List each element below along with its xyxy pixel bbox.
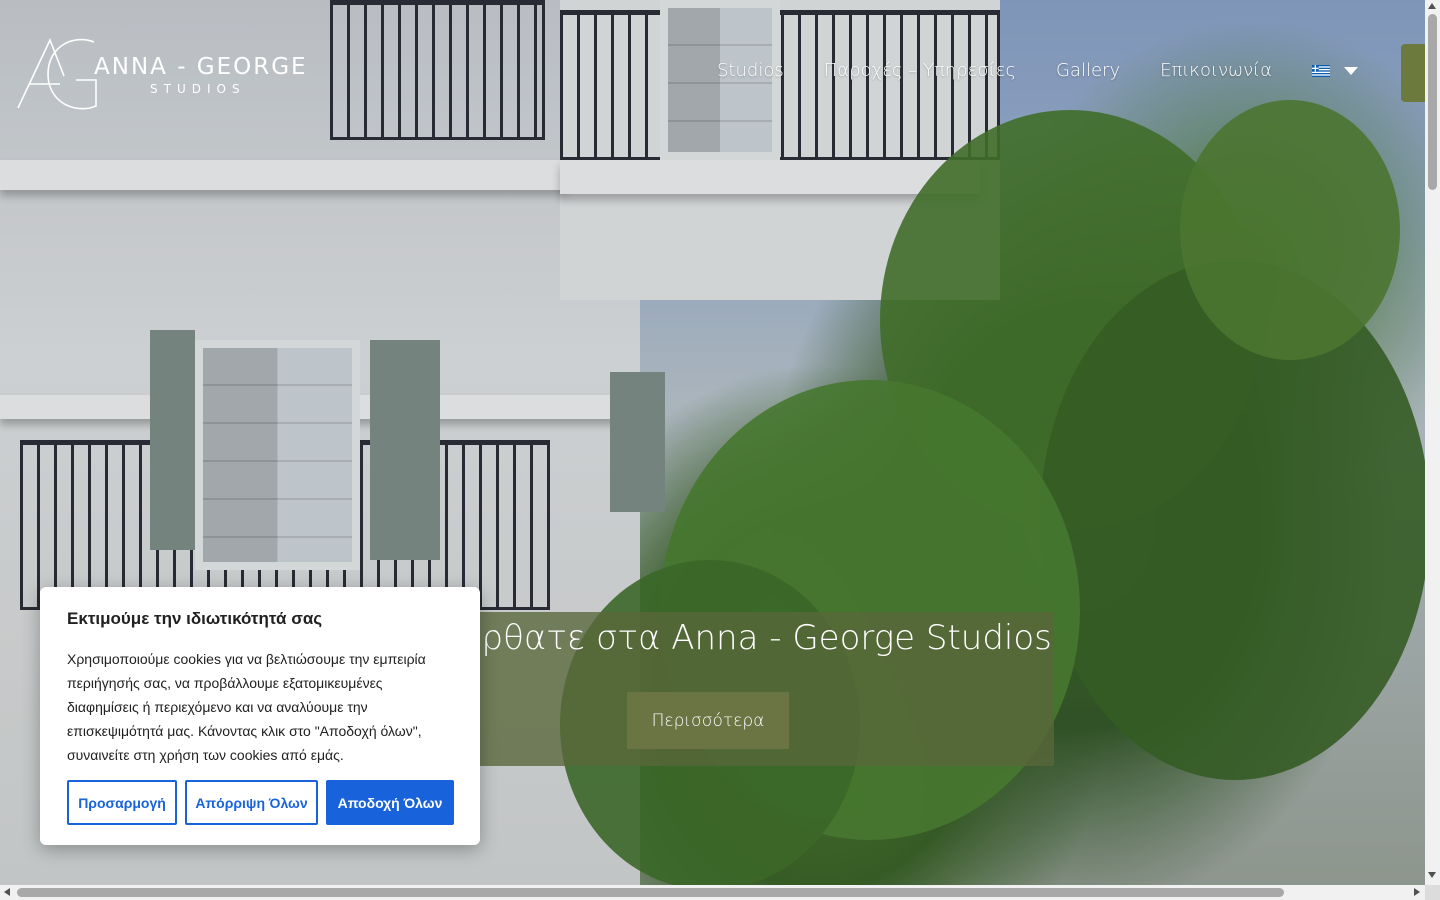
nav-item-studios[interactable]: Studios xyxy=(717,60,784,81)
side-booking-tab[interactable] xyxy=(1401,44,1425,102)
scroll-down-arrow-icon[interactable] xyxy=(1428,872,1436,878)
hero-title: ήρθατε στα Anna - George Studios xyxy=(460,618,1050,658)
reject-all-button[interactable]: Απόρριψη Όλων xyxy=(185,780,318,825)
main-nav: Studios Παροχές – Υπηρεσίες Gallery Επικ… xyxy=(717,60,1358,81)
vertical-scroll-thumb[interactable] xyxy=(1428,14,1437,190)
nav-item-contact[interactable]: Επικοινωνία xyxy=(1160,60,1272,81)
scroll-left-arrow-icon[interactable] xyxy=(4,888,10,896)
accept-all-button[interactable]: Αποδοχή Όλων xyxy=(326,780,454,825)
cookie-title: Εκτιμούμε την ιδιωτικότητά σας xyxy=(67,609,323,628)
scroll-up-arrow-icon[interactable] xyxy=(1428,3,1436,9)
logo-name: ANNA - GEORGE xyxy=(94,54,308,80)
ag-monogram-icon xyxy=(17,37,97,110)
language-switcher[interactable] xyxy=(1312,64,1358,77)
horizontal-scrollbar[interactable] xyxy=(0,885,1425,900)
nav-item-gallery[interactable]: Gallery xyxy=(1056,60,1120,81)
horizontal-scroll-thumb[interactable] xyxy=(17,888,1284,897)
more-button[interactable]: Περισσότερα xyxy=(627,692,789,749)
caret-down-icon[interactable] xyxy=(1344,66,1358,75)
site-logo[interactable]: ANNA - GEORGE STUDIOS xyxy=(16,36,316,112)
customize-button[interactable]: Προσαρμογή xyxy=(67,780,177,825)
scroll-right-arrow-icon[interactable] xyxy=(1414,888,1420,896)
greek-flag-icon xyxy=(1312,64,1330,77)
cookie-description: Χρησιμοποιούμε cookies για να βελτιώσουμ… xyxy=(67,651,426,763)
logo-subtitle: STUDIOS xyxy=(150,82,246,96)
cookie-consent-dialog: Εκτιμούμε την ιδιωτικότητά σας Χρησιμοπο… xyxy=(40,587,480,845)
vertical-scrollbar[interactable] xyxy=(1425,0,1440,885)
cookie-buttons: Προσαρμογή Απόρριψη Όλων Αποδοχή Όλων xyxy=(67,780,454,825)
nav-item-services[interactable]: Παροχές – Υπηρεσίες xyxy=(824,60,1016,81)
scrollbar-corner xyxy=(1425,885,1440,900)
